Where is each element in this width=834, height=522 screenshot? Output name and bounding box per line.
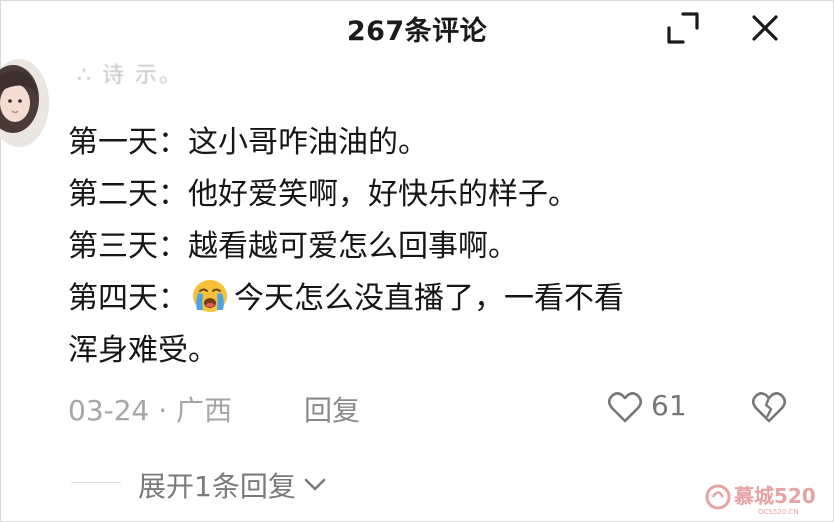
comment-line-4: 第四天： 今天怎么没直播了，一看不看 [68,273,788,325]
expand-replies-button[interactable]: 展开1条回复 [138,465,328,505]
close-icon[interactable] [746,9,784,47]
comment-date-location: 03-24 · 广西 [68,394,233,427]
watermark-logo: 慕城520 OCS520.CN [704,477,830,517]
comment-line-4-text: 今天怎么没直播了，一看不看 [234,281,624,316]
comment-line-4-prefix: 第四天： [68,281,188,316]
reply-button[interactable]: 回复 [304,389,360,429]
comment-line-1: 第一天：这小哥咋油油的。 [68,125,428,160]
expand-icon[interactable] [664,9,702,47]
comment-line-5: 浑身难受。 [68,333,218,368]
broken-heart-icon[interactable] [751,390,787,424]
username[interactable]: ∴ 诗 示。 [77,57,183,89]
comment-line-3: 第三天：越看越可爱怎么回事啊。 [68,229,518,264]
comment-text: 第一天：这小哥咋油油的。 第二天：他好爱笑啊，好快乐的样子。 第三天：越看越可爱… [68,117,788,377]
svg-text:慕城520: 慕城520 [734,484,816,508]
comment-line-2: 第二天：他好爱笑啊，好快乐的样子。 [68,177,578,212]
heart-icon[interactable] [607,390,643,424]
expand-replies-label: 展开1条回复 [138,470,296,503]
loudly-crying-face-icon [188,276,232,314]
divider [71,482,121,483]
comments-panel: 267条评论 ∴ 诗 示。 第一天：这小哥咋油油的。 第二天：他好爱笑啊，好快乐… [0,0,834,522]
like-count: 61 [651,389,687,422]
svg-text:OCS520.CN: OCS520.CN [758,508,799,516]
comments-title: 267条评论 [346,16,488,47]
avatar[interactable] [0,59,49,147]
chevron-down-icon [304,478,326,491]
